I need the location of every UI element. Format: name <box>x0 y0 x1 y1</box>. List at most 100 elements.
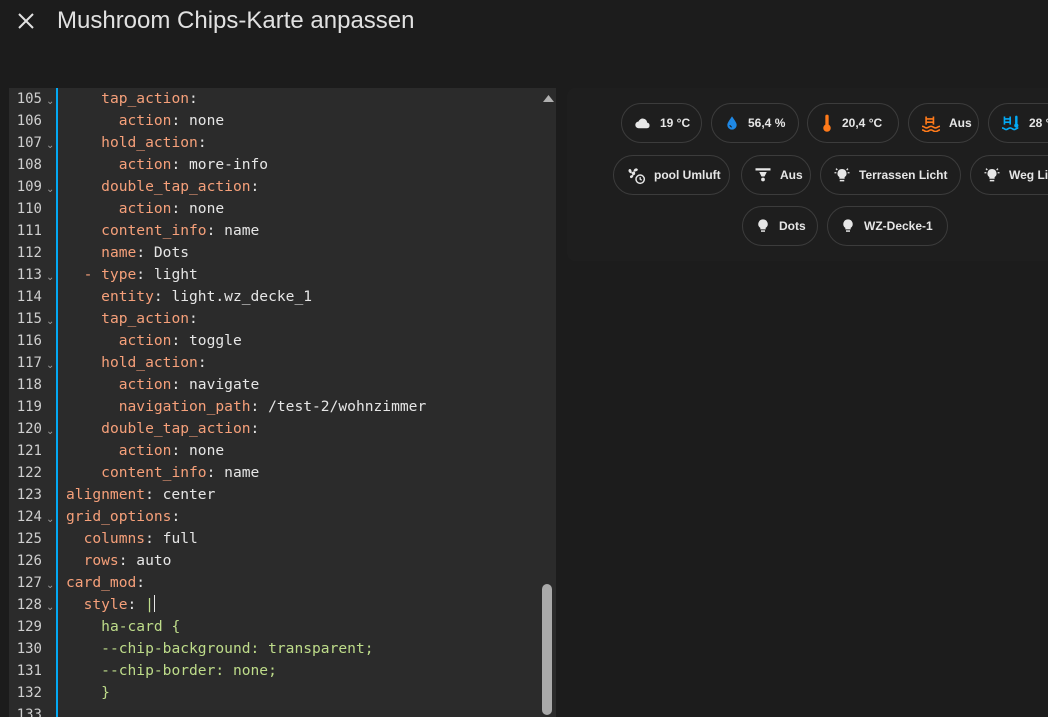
scrollbar-thumb[interactable] <box>542 584 552 715</box>
code-line[interactable]: 114 entity: light.wz_decke_1 <box>9 286 539 308</box>
line-number: 112 <box>16 245 42 261</box>
yaml-key: content_info <box>101 222 207 239</box>
yaml-text <box>66 552 84 569</box>
cloud-icon <box>634 114 660 132</box>
code-line[interactable]: 121 action: none <box>9 440 539 462</box>
yaml-key: name <box>101 244 137 261</box>
chip-pool-umluft[interactable]: pool Umluft <box>613 155 730 195</box>
chip-label: 28 ° <box>1029 116 1048 130</box>
pool-icon <box>921 114 949 132</box>
code-line[interactable]: 107 ⌄ hold_action: <box>9 132 539 154</box>
line-number: 107 <box>16 135 42 151</box>
chip-label: Weg Li <box>1009 168 1048 182</box>
yaml-text <box>66 662 101 679</box>
code-line[interactable]: 131 --chip-border: none; <box>9 660 539 682</box>
code-line[interactable]: 123 alignment: center <box>9 484 539 506</box>
code-line[interactable]: 120 ⌄ double_tap_action: <box>9 418 539 440</box>
yaml-text <box>66 354 101 371</box>
line-code: - type: light <box>66 264 198 286</box>
line-number: 120 <box>16 421 42 437</box>
code-line[interactable]: 128 ⌄ style: | <box>9 594 539 616</box>
chip-19-c[interactable]: 19 °C <box>621 103 702 143</box>
yaml-key: action <box>118 200 172 217</box>
triangle-up-icon[interactable] <box>542 92 555 104</box>
yaml-text: : toggle <box>171 332 242 349</box>
code-line[interactable]: 105 ⌄ tap_action: <box>9 88 539 110</box>
yaml-text: : light <box>136 266 198 283</box>
yaml-text <box>66 332 119 349</box>
code-line[interactable]: 112 name: Dots <box>9 242 539 264</box>
code-line[interactable]: 119 navigation_path: /test-2/wohnzimmer <box>9 396 539 418</box>
line-number: 131 <box>16 663 42 679</box>
code-line[interactable]: 106 action: none <box>9 110 539 132</box>
yaml-text <box>66 222 101 239</box>
yaml-text <box>66 200 119 217</box>
code-line[interactable]: 116 action: toggle <box>9 330 539 352</box>
code-line[interactable]: 122 content_info: name <box>9 462 539 484</box>
yaml-key: columns <box>83 530 146 547</box>
line-code: tap_action: <box>66 88 198 110</box>
line-code: grid_options: <box>66 506 180 528</box>
code-line[interactable]: 125 columns: full <box>9 528 539 550</box>
code-line[interactable]: 124 ⌄ grid_options: <box>9 506 539 528</box>
line-code: --chip-background: transparent; <box>66 638 373 660</box>
chip-weg-li[interactable]: Weg Li <box>970 155 1048 195</box>
chip-terrassen-licht[interactable]: Terrassen Licht <box>820 155 961 195</box>
line-number: 115 <box>16 311 42 327</box>
code-line[interactable]: 133 <box>9 704 539 717</box>
code-line[interactable]: 113 ⌄ - type: light <box>9 264 539 286</box>
yaml-key: alignment <box>66 486 146 503</box>
chip-wz-decke-1[interactable]: WZ-Decke-1 <box>827 206 948 246</box>
chip-label: Aus <box>949 116 972 130</box>
yaml-text <box>66 442 119 459</box>
chip-20-4-c[interactable]: 20,4 °C <box>807 103 899 143</box>
code-line[interactable]: 130 --chip-background: transparent; <box>9 638 539 660</box>
code-line[interactable]: 132 } <box>9 682 539 704</box>
chip-aus[interactable]: Aus <box>908 103 979 143</box>
chip-label: WZ-Decke-1 <box>864 219 933 233</box>
yaml-string: } <box>101 684 110 701</box>
code-line[interactable]: 110 action: none <box>9 198 539 220</box>
code-line[interactable]: 115 ⌄ tap_action: <box>9 308 539 330</box>
chip-dots[interactable]: Dots <box>742 206 818 246</box>
yaml-key: tap_action <box>101 90 190 107</box>
code-line[interactable]: 118 action: navigate <box>9 374 539 396</box>
yaml-key: action <box>118 156 172 173</box>
dialog-header: Mushroom Chips-Karte anpassen <box>0 0 1048 88</box>
line-code: hold_action: <box>66 132 207 154</box>
close-button[interactable] <box>13 8 39 34</box>
yaml-text: : /test-2/wohnzimmer <box>250 398 427 415</box>
yaml-code-editor[interactable]: 105 ⌄ tap_action: 106 action: none 107 ⌄ hol… <box>9 88 556 717</box>
line-code: content_info: name <box>66 220 259 242</box>
line-code: entity: light.wz_decke_1 <box>66 286 312 308</box>
code-line[interactable]: 111 content_info: name <box>9 220 539 242</box>
yaml-key: navigation_path <box>118 398 251 415</box>
line-code: content_info: name <box>66 462 259 484</box>
yaml-text <box>66 530 84 547</box>
code-line[interactable]: 117 ⌄ hold_action: <box>9 352 539 374</box>
yaml-text: : <box>197 354 207 371</box>
yaml-text <box>66 420 101 437</box>
code-line[interactable]: 126 rows: auto <box>9 550 539 572</box>
line-number: 108 <box>16 157 42 173</box>
yaml-key: hold_action <box>101 134 198 151</box>
line-number: 123 <box>16 487 42 503</box>
chip-28[interactable]: 28 ° <box>988 103 1048 143</box>
line-number: 127 <box>16 575 42 591</box>
yaml-text: : <box>189 90 198 107</box>
line-code: tap_action: <box>66 308 198 330</box>
yaml-text <box>66 112 119 129</box>
yaml-key: action <box>118 376 172 393</box>
line-number: 117 <box>16 355 42 371</box>
chip-aus[interactable]: Aus <box>741 155 811 195</box>
thermometer-icon <box>820 113 842 133</box>
code-line[interactable]: 129 ha-card { <box>9 616 539 638</box>
chip-56-4[interactable]: 56,4 % <box>711 103 799 143</box>
yaml-key: entity <box>101 288 154 305</box>
code-line[interactable]: 109 ⌄ double_tap_action: <box>9 176 539 198</box>
water-drop-icon <box>724 114 748 132</box>
code-line[interactable]: 127 ⌄ card_mod: <box>9 572 539 594</box>
yaml-text: : <box>197 134 207 151</box>
code-line[interactable]: 108 action: more-info <box>9 154 539 176</box>
yaml-key: action <box>118 442 172 459</box>
